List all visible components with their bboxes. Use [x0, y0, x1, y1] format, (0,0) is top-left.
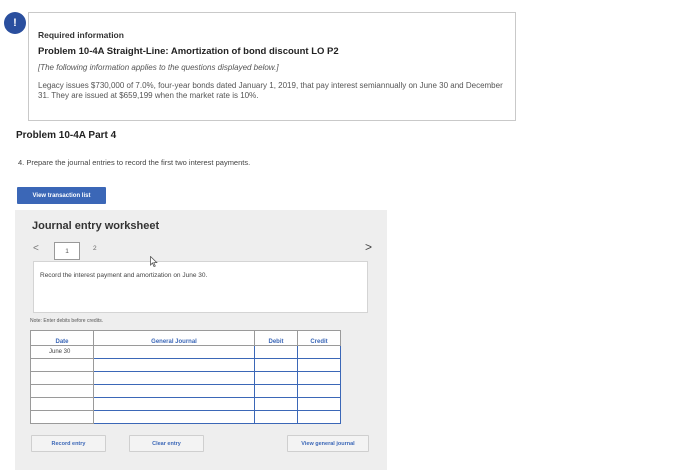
- credit-cell[interactable]: [297, 345, 341, 359]
- chevron-left-icon[interactable]: <: [33, 243, 39, 254]
- date-cell[interactable]: [30, 410, 94, 424]
- col-header-date: Date: [30, 330, 94, 346]
- account-cell[interactable]: [93, 358, 255, 372]
- record-entry-button[interactable]: Record entry: [31, 435, 106, 452]
- debit-cell[interactable]: [254, 345, 298, 359]
- col-header-debit: Debit: [254, 330, 298, 346]
- date-cell[interactable]: [30, 397, 94, 411]
- follow-note: [The following information applies to th…: [38, 63, 279, 72]
- account-cell[interactable]: [93, 397, 255, 411]
- table-row: [30, 410, 341, 424]
- account-cell[interactable]: [93, 410, 255, 424]
- required-info-label: Required information: [38, 30, 124, 40]
- account-cell[interactable]: [93, 345, 255, 359]
- credit-cell[interactable]: [297, 384, 341, 398]
- clear-entry-button[interactable]: Clear entry: [129, 435, 204, 452]
- page-tab-2[interactable]: 2: [93, 245, 97, 252]
- mouse-cursor-icon: [150, 255, 158, 269]
- view-general-journal-button[interactable]: View general journal: [287, 435, 369, 452]
- date-cell[interactable]: [30, 358, 94, 372]
- debit-cell[interactable]: [254, 397, 298, 411]
- debit-cell[interactable]: [254, 384, 298, 398]
- debit-cell[interactable]: [254, 371, 298, 385]
- date-cell[interactable]: June 30: [30, 345, 94, 359]
- table-row: [30, 384, 341, 398]
- debit-cell[interactable]: [254, 358, 298, 372]
- problem-title: Problem 10-4A Straight-Line: Amortizatio…: [38, 46, 339, 57]
- instruction-text: Record the interest payment and amortiza…: [40, 272, 208, 279]
- alert-icon: !: [4, 12, 26, 34]
- credit-cell[interactable]: [297, 397, 341, 411]
- account-cell[interactable]: [93, 384, 255, 398]
- col-header-general-journal: General Journal: [93, 330, 255, 346]
- credit-cell[interactable]: [297, 371, 341, 385]
- page-tab-1[interactable]: 1: [54, 242, 80, 260]
- date-cell[interactable]: [30, 371, 94, 385]
- account-cell[interactable]: [93, 371, 255, 385]
- note-text: Note: Enter debits before credits.: [30, 318, 104, 324]
- table-row: [30, 397, 341, 411]
- worksheet-title: Journal entry worksheet: [32, 220, 160, 232]
- chevron-right-icon[interactable]: >: [365, 240, 372, 254]
- col-header-credit: Credit: [297, 330, 341, 346]
- problem-description: Legacy issues $730,000 of 7.0%, four-yea…: [38, 81, 503, 100]
- part-title: Problem 10-4A Part 4: [16, 130, 117, 141]
- view-transaction-list-button[interactable]: View transaction list: [17, 187, 106, 204]
- instruction-box: [33, 261, 368, 313]
- date-cell[interactable]: [30, 384, 94, 398]
- journal-table: Date General Journal Debit Credit June 3…: [30, 330, 341, 424]
- table-row: [30, 371, 341, 385]
- table-row: [30, 358, 341, 372]
- debit-cell[interactable]: [254, 410, 298, 424]
- table-row: June 30: [30, 345, 341, 359]
- credit-cell[interactable]: [297, 358, 341, 372]
- question-text: 4. Prepare the journal entries to record…: [18, 158, 251, 167]
- credit-cell[interactable]: [297, 410, 341, 424]
